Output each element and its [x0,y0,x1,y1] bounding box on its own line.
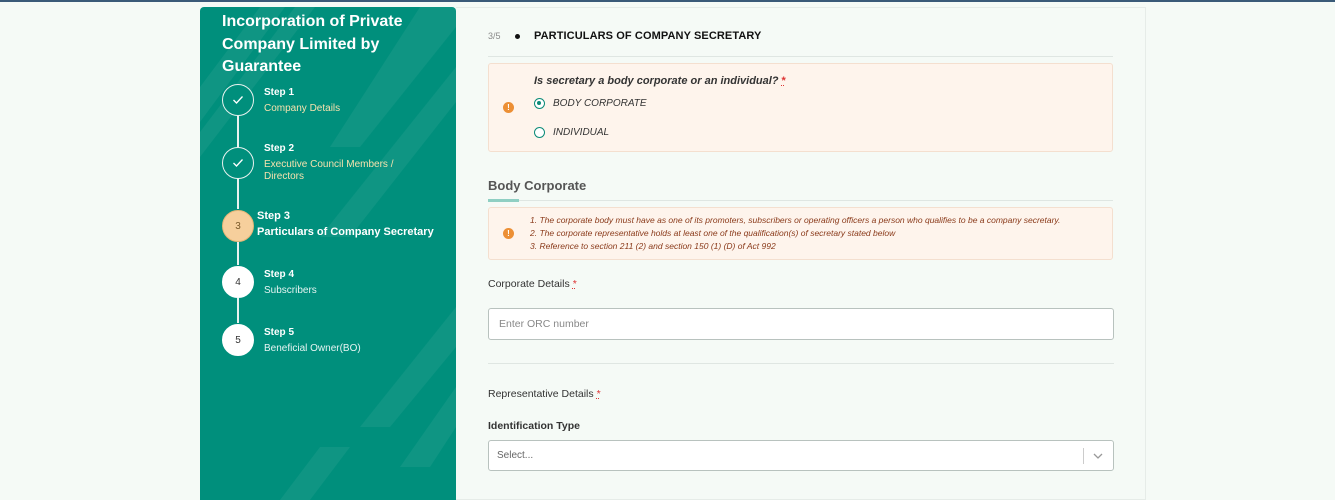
step-name: Particulars of Company Secretary [257,226,434,238]
warning-icon: ! [503,228,514,239]
note-line: 1. The corporate body must have as one o… [530,215,1061,225]
step-1-label[interactable]: Step 1 Company Details [264,87,340,115]
identification-type-label: Identification Type [488,420,580,432]
step-3-label[interactable]: Step 3 Particulars of Company Secretary [257,210,434,238]
note-line: 3. Reference to section 211 (2) and sect… [530,241,776,251]
warning-icon: ! [503,102,514,113]
identification-type-select[interactable]: Select... [488,440,1114,471]
step-name: Executive Council Members / Directors [264,159,394,182]
step-connector [237,298,239,323]
step-number: Step 2 [264,143,295,154]
note-line: 2. The corporate representative holds at… [530,228,896,238]
step-2-label[interactable]: Step 2 Executive Council Members / Direc… [264,143,414,183]
body-corporate-label[interactable]: BODY CORPORATE [553,98,647,109]
orc-number-input[interactable] [488,308,1114,340]
required-mark: * [781,75,786,87]
step-counter: 3/5 [488,31,501,41]
chevron-down-icon[interactable] [1091,447,1105,465]
step-number: Step 3 [257,210,291,222]
step-number: Step 5 [264,327,295,338]
question-text: Is secretary a body corporate or an indi… [534,75,779,87]
label-text: Corporate Details [488,278,570,290]
step-connector [237,116,239,147]
step-5-marker[interactable]: 5 [222,324,254,356]
section-title: PARTICULARS OF COMPANY SECRETARY [534,30,762,42]
select-placeholder: Select... [497,450,534,461]
step-connector [237,242,239,265]
step-3-marker[interactable]: 3 [222,210,254,242]
select-separator [1083,448,1084,464]
representative-details-label: Representative Details * [488,388,601,400]
heading-underline [488,200,1113,201]
step-4-marker[interactable]: 4 [222,266,254,298]
individual-label[interactable]: INDIVIDUAL [553,127,609,138]
step-name: Company Details [264,103,341,114]
step-name: Beneficial Owner(BO) [264,343,361,354]
step-2-check-icon[interactable] [222,147,254,179]
step-1-check-icon[interactable] [222,84,254,116]
step-number: Step 4 [264,269,295,280]
step-name: Subscribers [264,285,317,296]
required-mark: * [596,388,601,400]
top-border [0,0,1335,2]
corporate-details-label: Corporate Details * [488,278,577,290]
divider [488,363,1114,364]
divider [488,56,1113,57]
step-4-label[interactable]: Step 4 Subscribers [264,269,317,297]
secretary-type-question: Is secretary a body corporate or an indi… [534,75,786,87]
step-connector [237,178,239,209]
process-title: Incorporation of Private Company Limited… [222,13,403,75]
step-5-label[interactable]: Step 5 Beneficial Owner(BO) [264,327,361,355]
body-corporate-radio[interactable] [534,98,545,109]
body-corporate-heading: Body Corporate [488,178,587,193]
bullet-icon [515,34,520,39]
step-number: Step 1 [264,87,295,98]
required-mark: * [572,278,577,290]
individual-radio[interactable] [534,127,545,138]
label-text: Representative Details [488,388,594,400]
heading-underline-accent [488,199,519,202]
